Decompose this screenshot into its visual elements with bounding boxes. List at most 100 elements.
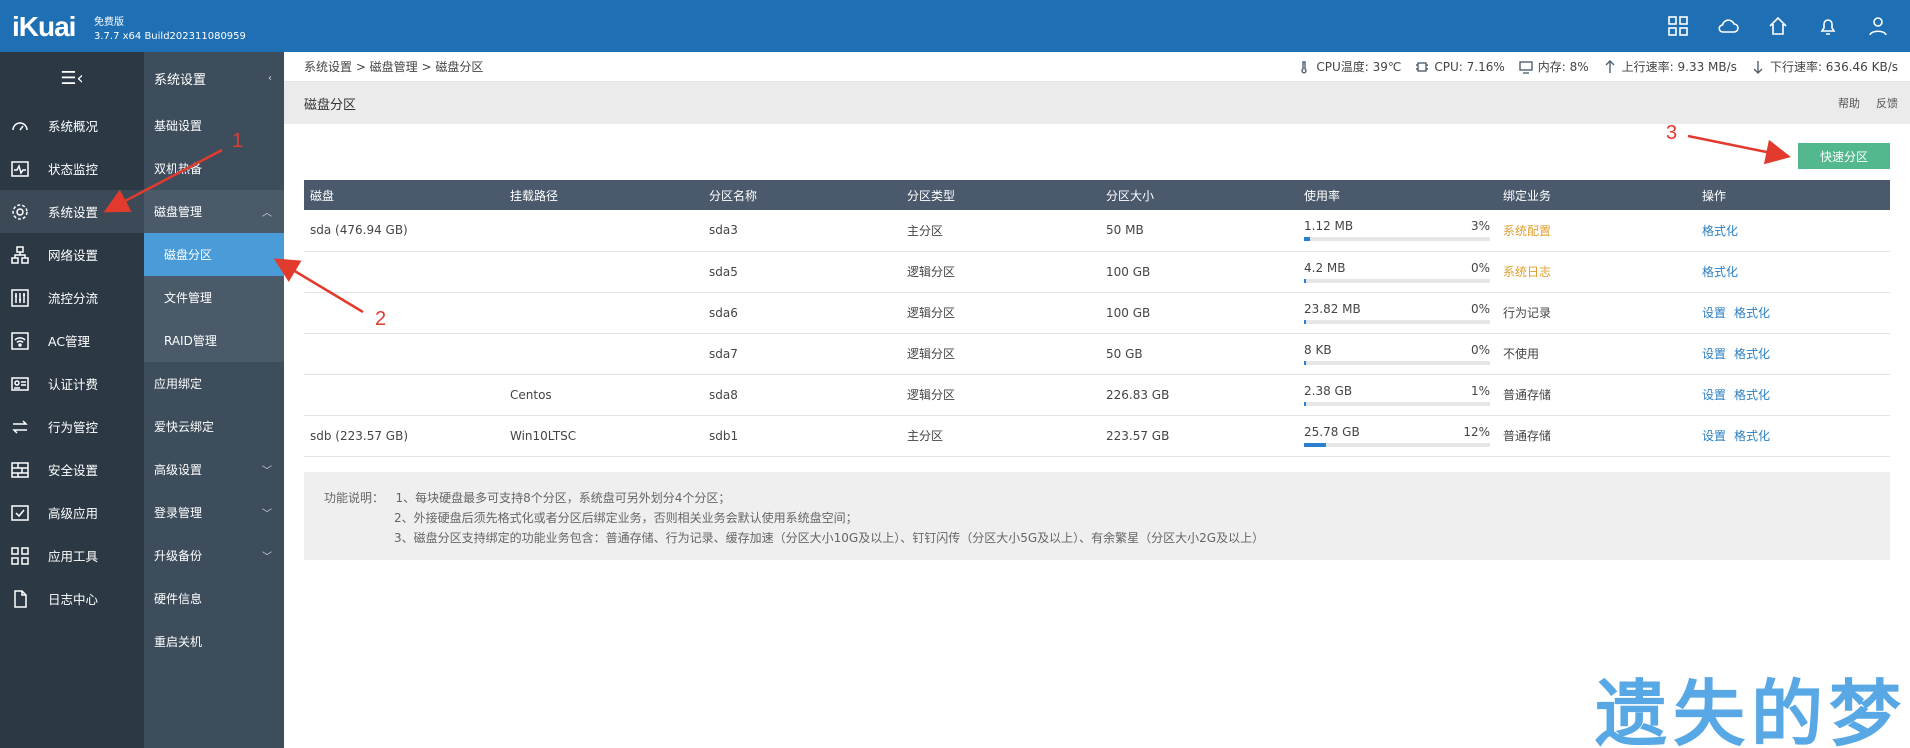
download-value: 下行速率: 636.46 KB/s [1769,60,1898,74]
disk-cell: sda (476.94 GB) [304,210,504,252]
page-header: 磁盘分区 帮助 反馈 [284,82,1910,124]
submenu-label: 磁盘管理 [154,205,203,219]
format-link[interactable]: 格式化 [1734,306,1770,320]
operations-cell: 格式化 [1696,210,1890,252]
submenu-item-advanced-settings[interactable]: 高级设置 ﹀ [144,448,284,491]
settings-link[interactable]: 设置 [1702,347,1726,361]
sidebar-item-advanced[interactable]: 高级应用 [0,491,144,534]
partition-size-cell: 50 MB [1100,210,1298,252]
bell-icon[interactable] [1816,14,1840,38]
settings-link[interactable]: 设置 [1702,306,1726,320]
format-link[interactable]: 格式化 [1702,224,1738,238]
annotation-label: 2 [375,308,387,330]
disk-cell [304,333,504,375]
collapse-menu-icon[interactable]: ☰‹ [0,52,144,104]
home-icon[interactable] [1766,14,1790,38]
collapse-chevron-icon[interactable]: ‹ [268,73,272,84]
note-line: 2、外接硬盘后须先格式化或者分区后绑定业务，否则相关业务会默认使用系统盘空间； [394,511,858,525]
column-header: 分区类型 [901,180,1100,210]
primary-sidebar: ☰‹ 系统概况 状态监控 系统设置 网络设置 流控分流 AC管理 认证计费 行为… [0,52,144,748]
usage-cell: 4.2 MB 0% [1298,251,1497,293]
usage-used: 8 KB [1304,342,1332,357]
column-header: 磁盘 [304,180,504,210]
user-icon[interactable] [1866,14,1890,38]
sidebar-item-auth[interactable]: 认证计费 [0,362,144,405]
chevron-up-icon: ︿ [262,208,272,219]
quick-partition-button[interactable]: 快速分区 [1798,143,1890,169]
sidebar-item-ac[interactable]: AC管理 [0,319,144,362]
format-link[interactable]: 格式化 [1734,347,1770,361]
sidebar-item-monitor[interactable]: 状态监控 [0,147,144,190]
usage-used: 1.12 MB [1304,219,1354,234]
submenu-item-raid[interactable]: RAID管理 [144,319,284,362]
partition-type-cell: 逻辑分区 [901,333,1100,375]
usage-bar-fill [1304,278,1306,283]
annotation-label: 3 [1666,122,1678,144]
operations-cell: 设置 格式化 [1696,333,1890,375]
mount-path-cell [504,210,703,252]
submenu-item-disk-partition[interactable]: 磁盘分区 [144,233,284,276]
system-stats: CPU温度: 39℃ CPU: 7.16% 内存: 8% 上行速率: 9.33 … [1297,58,1898,75]
partition-type-cell: 逻辑分区 [901,374,1100,416]
chevron-down-icon: ﹀ [262,509,272,520]
feedback-link[interactable]: 反馈 [1876,95,1898,111]
usage-cell: 2.38 GB 1% [1298,374,1497,416]
sidebar-item-overview[interactable]: 系统概况 [0,104,144,147]
sidebar-item-flow-control[interactable]: 流控分流 [0,276,144,319]
submenu-item-disk-management[interactable]: 磁盘管理 ︿ [144,190,284,233]
submenu-item-app-binding[interactable]: 应用绑定 [144,362,284,405]
top-bar: iKuai 免费版 3.7.7 x64 Build202311080959 [0,0,1910,52]
submenu-item-reboot[interactable]: 重启关机 [144,620,284,663]
usage-bar-fill [1304,237,1310,242]
sidebar-item-network[interactable]: 网络设置 [0,233,144,276]
table-row: sda6 逻辑分区 100 GB 23.82 MB 0% 行为记录 设置 格式化 [304,292,1890,334]
cpu-stat: CPU: 7.16% [1415,60,1505,74]
operations-cell: 设置 格式化 [1696,374,1890,416]
submenu-item-hardware[interactable]: 硬件信息 [144,577,284,620]
sidebar-item-tools[interactable]: 应用工具 [0,534,144,577]
usage-bar-fill [1304,442,1327,447]
usage-bar [1304,360,1490,365]
partition-type-cell: 逻辑分区 [901,292,1100,334]
sidebar-item-security[interactable]: 安全设置 [0,448,144,491]
format-link[interactable]: 格式化 [1734,388,1770,402]
usage-cell: 25.78 GB 12% [1298,415,1497,457]
submenu-item-basic[interactable]: 基础设置 [144,104,284,147]
settings-link[interactable]: 设置 [1702,429,1726,443]
sidebar-item-system-settings[interactable]: 系统设置 [0,190,144,233]
submenu-item-file-management[interactable]: 文件管理 [144,276,284,319]
memory-value: 内存: 8% [1537,60,1589,74]
submenu-label: 登录管理 [154,506,203,520]
submenu-label: 基础设置 [154,119,203,133]
partition-type-cell: 主分区 [901,210,1100,252]
submenu-item-cloud-binding[interactable]: 爱快云绑定 [144,405,284,448]
format-link[interactable]: 格式化 [1734,429,1770,443]
usage-bar [1304,401,1490,406]
format-link[interactable]: 格式化 [1702,265,1738,279]
document-icon [10,589,30,609]
help-link[interactable]: 帮助 [1838,95,1860,111]
partition-size-cell: 223.57 GB [1100,415,1298,457]
operations-cell: 设置 格式化 [1696,415,1890,457]
usage-cell: 1.12 MB 3% [1298,210,1497,252]
sliders-icon [10,288,30,308]
partition-name-cell: sda3 [703,210,901,252]
sidebar-item-label: 系统概况 [48,119,99,134]
mount-path-cell: Win10LTSC [504,415,703,457]
cloud-icon[interactable] [1716,14,1740,38]
usage-meter: 8 KB 0% [1304,343,1490,365]
usage-cell: 8 KB 0% [1298,333,1497,375]
wifi-icon [10,331,30,351]
apps-grid-icon[interactable] [1666,14,1690,38]
submenu-item-upgrade[interactable]: 升级备份 ﹀ [144,534,284,577]
usage-percent: 0% [1470,342,1490,357]
sidebar-item-behavior[interactable]: 行为管控 [0,405,144,448]
usage-used: 2.38 GB [1304,383,1353,398]
submenu-item-ha[interactable]: 双机热备 [144,147,284,190]
sidebar-item-logs[interactable]: 日志中心 [0,577,144,620]
column-header: 使用率 [1298,180,1497,210]
breadcrumb: 系统设置 > 磁盘管理 > 磁盘分区 [304,60,484,74]
bound-service-cell: 普通存储 [1497,415,1696,457]
submenu-item-login[interactable]: 登录管理 ﹀ [144,491,284,534]
settings-link[interactable]: 设置 [1702,388,1726,402]
